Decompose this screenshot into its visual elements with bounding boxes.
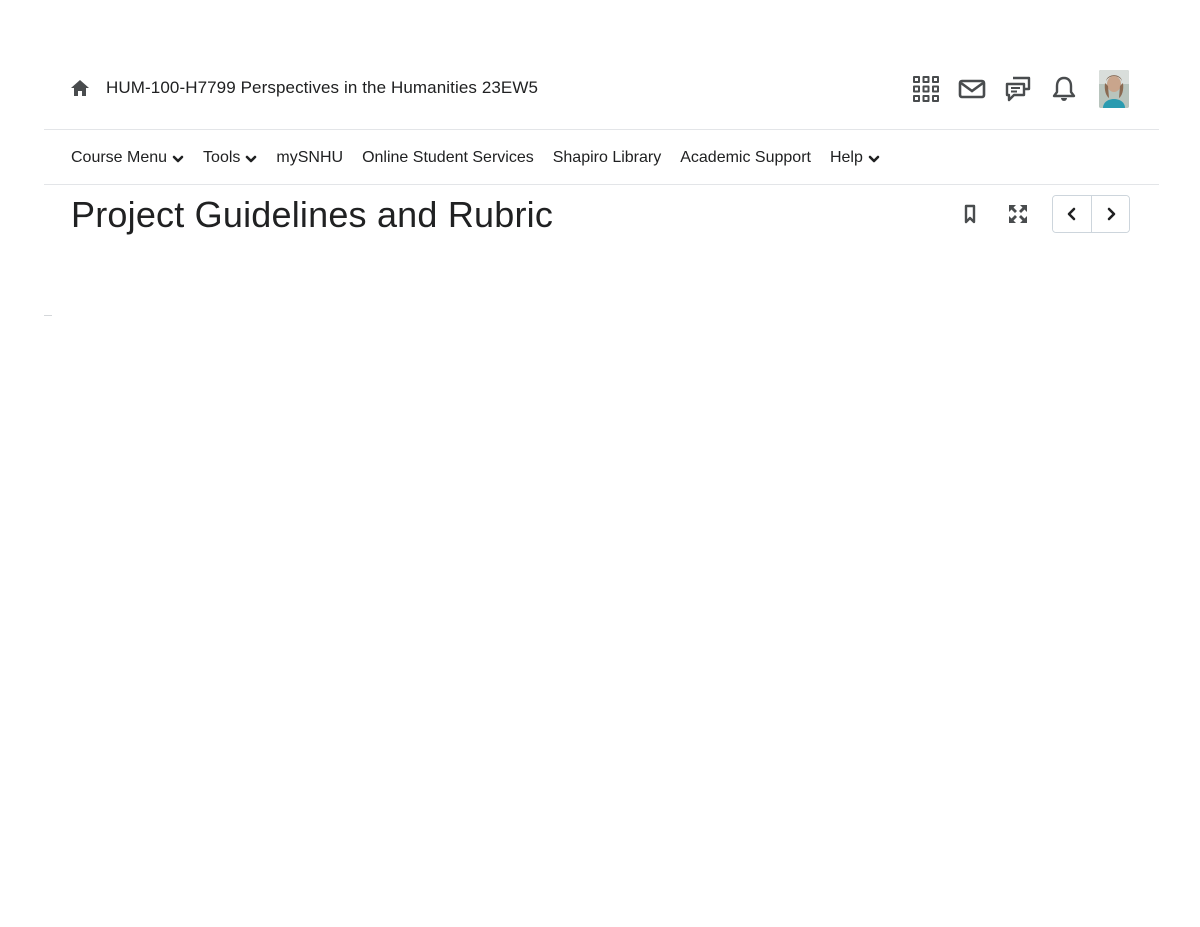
next-topic-button[interactable] [1091, 196, 1129, 232]
chevron-right-icon [1107, 207, 1115, 221]
course-title: HUM-100-H7799 Perspectives in the Humani… [106, 78, 539, 97]
nav-tools-label: Tools [203, 148, 241, 166]
topic-pager [1052, 195, 1130, 233]
nav-shapiro-library-label: Shapiro Library [552, 148, 662, 166]
nav-help[interactable]: Help [830, 149, 880, 167]
nav-academic-support-label: Academic Support [680, 148, 811, 166]
nav-tools[interactable]: Tools [203, 149, 257, 167]
waffle-icon[interactable] [911, 69, 941, 109]
home-icon [70, 78, 90, 98]
home-link[interactable]: HUM-100-H7799 Perspectives in the Humani… [70, 77, 538, 99]
nav-mysnhu-label: mySNHU [276, 148, 344, 166]
nav-academic-support[interactable]: Academic Support [680, 149, 811, 167]
bookmark-icon[interactable] [958, 202, 982, 226]
nav-course-menu-label: Course Menu [71, 148, 168, 166]
nav-help-label: Help [829, 148, 863, 166]
chevron-down-icon [246, 155, 257, 163]
chat-icon[interactable] [1003, 69, 1033, 109]
chevron-down-icon [868, 155, 880, 163]
chevron-left-icon [1067, 207, 1076, 221]
avatar[interactable] [1099, 70, 1129, 108]
nav-online-student-services-label: Online Student Services [362, 148, 534, 166]
nav-mysnhu[interactable]: mySNHU [276, 149, 343, 167]
top-bar: HUM-100-H7799 Perspectives in the Humani… [44, 60, 1159, 130]
mail-icon[interactable] [957, 69, 987, 109]
nav-online-student-services[interactable]: Online Student Services [362, 149, 534, 167]
nav-shapiro-library[interactable]: Shapiro Library [553, 149, 662, 167]
content-divider [44, 315, 52, 316]
top-icon-group [895, 69, 1129, 109]
fullscreen-icon[interactable] [1006, 202, 1030, 226]
nav-course-menu[interactable]: Course Menu [71, 149, 184, 167]
course-nav: Course Menu Tools mySNHU Online Student … [44, 131, 1159, 185]
bell-icon[interactable] [1049, 69, 1079, 109]
chevron-down-icon [172, 155, 184, 163]
previous-topic-button[interactable] [1053, 196, 1091, 232]
page-title: Project Guidelines and Rubric [71, 194, 554, 235]
title-actions [958, 195, 1130, 233]
